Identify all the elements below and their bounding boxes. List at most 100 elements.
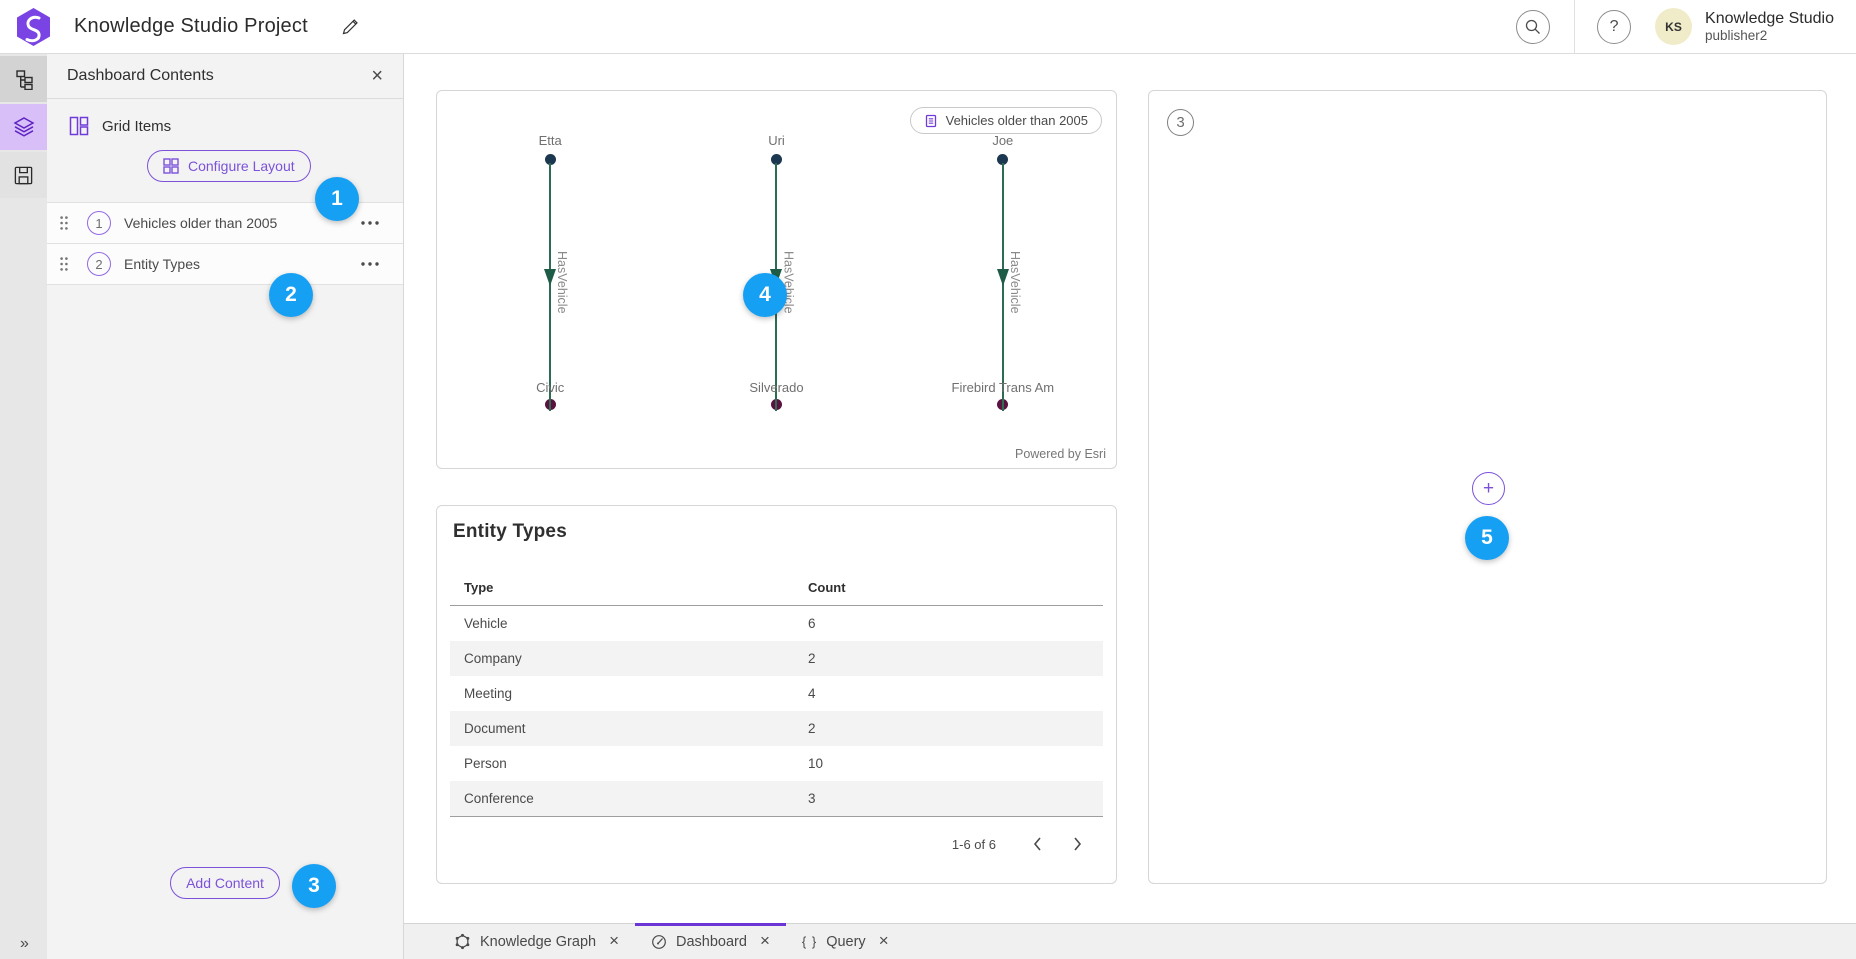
- cell-type: Vehicle: [450, 616, 808, 631]
- entity-types-card[interactable]: Entity Types Type Count Vehicle 6 Compan…: [436, 505, 1117, 884]
- item-label: Entity Types: [124, 256, 200, 272]
- table-row[interactable]: Company 2: [450, 641, 1103, 676]
- drag-handle[interactable]: [59, 256, 69, 272]
- expand-rail-button[interactable]: »: [0, 935, 47, 953]
- column-header-count: Count: [808, 580, 1103, 595]
- braces-icon: { }: [802, 934, 817, 949]
- add-widget-button[interactable]: +: [1472, 472, 1505, 505]
- table-row[interactable]: Document 2: [450, 711, 1103, 746]
- cell-count: 4: [808, 686, 1103, 701]
- tab-dashboard[interactable]: Dashboard ×: [635, 924, 786, 959]
- add-content-label: Add Content: [186, 875, 264, 891]
- document-tab-bar: Knowledge Graph × Dashboard × { } Query …: [404, 923, 1856, 959]
- close-tab-button[interactable]: ×: [756, 932, 770, 951]
- drag-handle[interactable]: [59, 215, 69, 231]
- header-divider: [1574, 0, 1575, 54]
- dashboard-gauge-icon: [651, 934, 667, 950]
- cell-count: 2: [808, 651, 1103, 666]
- cell-type: Meeting: [450, 686, 808, 701]
- entity-table: Type Count Vehicle 6 Company 2: [450, 570, 1103, 817]
- item-number-badge: 1: [87, 211, 111, 235]
- layout-grid-icon: [163, 158, 179, 174]
- cell-type: Company: [450, 651, 808, 666]
- item-options-button[interactable]: [357, 258, 383, 270]
- item-label: Vehicles older than 2005: [124, 215, 277, 231]
- panel-header: Dashboard Contents ×: [47, 54, 403, 99]
- edge-line: [549, 163, 551, 411]
- tab-query[interactable]: { } Query ×: [786, 924, 905, 959]
- target-node-label: Civic: [437, 380, 663, 395]
- search-button[interactable]: [1516, 10, 1550, 44]
- close-tab-button[interactable]: ×: [875, 932, 889, 951]
- grid-items-label: Grid Items: [102, 118, 171, 135]
- pencil-icon: [340, 17, 360, 37]
- target-node-label: Silverado: [663, 380, 889, 395]
- cell-count: 2: [808, 721, 1103, 736]
- edge-relationship-label: HasVehicle: [555, 251, 569, 314]
- item-options-button[interactable]: [357, 217, 383, 229]
- cell-type: Conference: [450, 791, 808, 806]
- pagination-range: 1-6 of 6: [952, 837, 996, 852]
- grid-layout-icon: [69, 116, 89, 136]
- chevron-right-icon: [1073, 837, 1082, 851]
- ellipsis-icon: [361, 262, 379, 266]
- cell-count: 6: [808, 616, 1103, 631]
- table-row[interactable]: Conference 3: [450, 781, 1103, 816]
- source-node-label: Joe: [890, 133, 1116, 148]
- source-node-label: Etta: [437, 133, 663, 148]
- question-mark-icon: ?: [1610, 18, 1619, 36]
- close-tab-button[interactable]: ×: [605, 932, 619, 951]
- avatar[interactable]: KS: [1655, 8, 1692, 45]
- panel-title: Dashboard Contents: [67, 67, 214, 85]
- table-row[interactable]: Person 10: [450, 746, 1103, 781]
- cell-count: 3: [808, 791, 1103, 806]
- previous-page-button[interactable]: [1024, 831, 1050, 857]
- annotation-badge-1: 1: [315, 177, 359, 221]
- table-row[interactable]: Meeting 4: [450, 676, 1103, 711]
- hierarchy-icon: [13, 69, 34, 90]
- tab-label: Knowledge Graph: [480, 934, 596, 950]
- edit-title-button[interactable]: [340, 17, 360, 37]
- annotation-badge-4: 4: [743, 273, 787, 317]
- table-pagination: 1-6 of 6: [437, 817, 1116, 857]
- tab-label: Query: [826, 934, 866, 950]
- configure-layout-button[interactable]: Configure Layout: [147, 150, 311, 182]
- target-node-label: Firebird Trans Am: [890, 380, 1116, 395]
- table-row[interactable]: Vehicle 6: [450, 606, 1103, 641]
- grid-item-row[interactable]: 2 Entity Types: [47, 244, 403, 285]
- app-header: Knowledge Studio Project ? KS Knowledge …: [0, 0, 1856, 54]
- annotation-badge-5: 5: [1465, 516, 1509, 560]
- ellipsis-icon: [361, 221, 379, 225]
- dashboard-canvas: Vehicles older than 2005 Etta HasVehicle…: [404, 54, 1856, 923]
- graph-edge[interactable]: Joe HasVehicle Firebird Trans Am: [890, 133, 1116, 423]
- rail-item-save[interactable]: [0, 152, 47, 198]
- next-page-button[interactable]: [1064, 831, 1090, 857]
- close-panel-button[interactable]: ×: [371, 66, 383, 86]
- graph-edge[interactable]: Etta HasVehicle Civic: [437, 133, 663, 423]
- left-icon-rail: »: [0, 54, 47, 959]
- tab-knowledge-graph[interactable]: Knowledge Graph ×: [438, 924, 635, 959]
- report-icon: [924, 114, 938, 128]
- esri-attribution: Powered by Esri: [1015, 447, 1106, 461]
- source-node-label: Uri: [663, 133, 889, 148]
- rail-item-dashboard-layers[interactable]: [0, 104, 47, 150]
- column-header-type: Type: [450, 580, 808, 595]
- layer-chip-label: Vehicles older than 2005: [946, 113, 1088, 128]
- user-name: Knowledge Studio: [1705, 10, 1834, 28]
- edge-line: [1002, 163, 1004, 411]
- plus-icon: +: [1483, 479, 1494, 498]
- empty-grid-slot-card[interactable]: 3 +: [1148, 90, 1827, 884]
- page-title: Knowledge Studio Project: [74, 15, 308, 38]
- layer-chip[interactable]: Vehicles older than 2005: [910, 107, 1102, 134]
- help-button[interactable]: ?: [1597, 10, 1631, 44]
- cell-type: Document: [450, 721, 808, 736]
- rail-item-knowledge-graph[interactable]: [0, 56, 47, 102]
- annotation-badge-3: 3: [292, 864, 336, 908]
- cell-type: Person: [450, 756, 808, 771]
- item-number-badge: 2: [87, 252, 111, 276]
- user-role: publisher2: [1705, 28, 1834, 44]
- chevron-left-icon: [1033, 837, 1042, 851]
- user-info[interactable]: Knowledge Studio publisher2: [1705, 10, 1834, 44]
- add-content-button[interactable]: Add Content: [170, 867, 280, 899]
- configure-layout-label: Configure Layout: [188, 158, 295, 174]
